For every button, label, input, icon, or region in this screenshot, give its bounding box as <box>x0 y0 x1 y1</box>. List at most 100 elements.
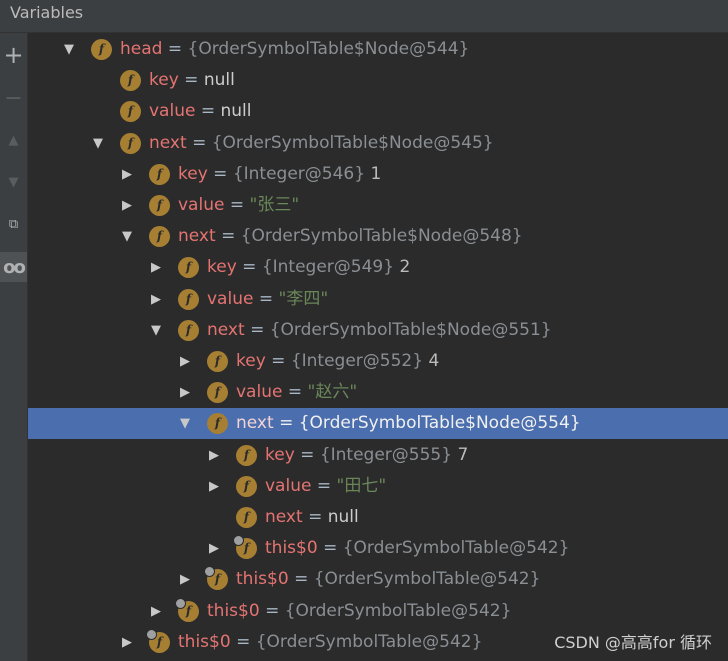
variable-label: next = null <box>265 502 359 533</box>
variable-value: "田七" <box>336 476 387 496</box>
variable-name: this$0 <box>178 632 231 652</box>
object-reference: {Integer@549} <box>261 257 395 277</box>
triangle-right-icon[interactable]: ▶ <box>149 596 163 627</box>
tree-row[interactable]: ▼ f next = {OrderSymbolTable$Node@554} <box>28 408 728 439</box>
add-watch-icon: + <box>3 41 24 69</box>
variable-value: "赵六" <box>307 382 358 402</box>
variable-value: null <box>203 70 235 90</box>
equals-sign: = <box>271 351 286 371</box>
triangle-right-icon[interactable]: ▶ <box>178 377 192 408</box>
equals-sign: = <box>300 445 315 465</box>
field-f-icon: f <box>120 70 141 91</box>
copy-icon: ⧉ <box>8 216 19 232</box>
triangle-down-icon[interactable]: ▼ <box>149 315 163 346</box>
tree-row[interactable]: ▶ f this$0 = {OrderSymbolTable@542} <box>28 596 728 627</box>
variable-value: 4 <box>428 351 440 371</box>
tree-row[interactable]: ▶ f key = {Integer@555} 7 <box>28 440 728 471</box>
object-reference: {OrderSymbolTable$Node@554} <box>298 413 581 433</box>
triangle-down-icon[interactable]: ▼ <box>120 221 134 252</box>
equals-sign: = <box>287 382 303 402</box>
triangle-right-icon[interactable]: ▶ <box>120 627 134 658</box>
equals-sign: = <box>294 569 309 589</box>
copy-button[interactable]: ⧉ <box>0 209 27 239</box>
variable-value: null <box>220 101 252 121</box>
variable-label: key = {Integer@555} 7 <box>265 440 468 471</box>
tree-row[interactable]: ▶ f value = "田七" <box>28 471 728 502</box>
triangle-right-icon[interactable]: ▶ <box>149 252 163 283</box>
variable-value: 2 <box>399 257 411 277</box>
variable-label: this$0 = {OrderSymbolTable@542} <box>265 533 569 564</box>
tree-row[interactable]: ▶ f this$0 = {OrderSymbolTable@542} <box>28 564 728 595</box>
equals-sign: = <box>316 476 332 496</box>
equals-sign: = <box>258 289 274 309</box>
variable-label: value = "李四" <box>207 284 328 315</box>
field-f-icon: f <box>178 320 199 341</box>
triangle-right-icon[interactable]: ▶ <box>149 284 163 315</box>
equals-sign: = <box>265 601 280 621</box>
triangle-right-icon[interactable]: ▶ <box>207 440 221 471</box>
triangle-right-icon[interactable]: ▶ <box>178 564 192 595</box>
equals-sign: = <box>213 164 228 184</box>
field-f-icon: f <box>91 39 112 60</box>
variable-name: next <box>149 133 187 153</box>
field-f-icon: f <box>207 413 228 434</box>
tree-row[interactable]: ▶ f key = {Integer@549} 2 <box>28 252 728 283</box>
variable-name: value <box>265 476 312 496</box>
triangle-right-icon[interactable]: ▶ <box>120 190 134 221</box>
object-reference: {OrderSymbolTable$Node@551} <box>269 320 552 340</box>
add-watch-button[interactable]: + <box>0 40 27 70</box>
equals-sign: = <box>221 226 236 246</box>
variable-name: key <box>236 351 266 371</box>
tree-row[interactable]: ▶ f value = "张三" <box>28 190 728 221</box>
variable-label: key = {Integer@552} 4 <box>236 346 439 377</box>
field-f-icon: f <box>178 289 199 310</box>
equals-sign: = <box>184 70 199 90</box>
tree-row[interactable]: ▶ f this$0 = {OrderSymbolTable@542} <box>28 533 728 564</box>
variable-name: value <box>149 101 196 121</box>
triangle-right-icon[interactable]: ▶ <box>178 346 192 377</box>
variable-name: next <box>236 413 274 433</box>
move-up-icon: ▲ <box>8 132 19 148</box>
triangle-down-icon[interactable]: ▼ <box>62 34 76 65</box>
variable-label: key = {Integer@549} 2 <box>207 252 410 283</box>
field-f-icon: f <box>149 226 170 247</box>
equals-sign: = <box>308 507 323 527</box>
tree-row[interactable]: ▶ f value = "李四" <box>28 284 728 315</box>
variables-tree[interactable]: ▼ f head = {OrderSymbolTable$Node@544} f key… <box>28 34 728 661</box>
remove-watch-button[interactable]: − <box>0 83 27 113</box>
tree-row[interactable]: f value = null <box>28 96 728 127</box>
tree-row[interactable]: f next = null <box>28 502 728 533</box>
object-reference: {OrderSymbolTable$Node@544} <box>187 39 470 59</box>
object-reference: {OrderSymbolTable$Node@545} <box>211 133 494 153</box>
show-watches-button[interactable]: oo <box>0 252 27 282</box>
tree-row[interactable]: ▼ f next = {OrderSymbolTable$Node@548} <box>28 221 728 252</box>
tree-row[interactable]: ▼ f next = {OrderSymbolTable$Node@551} <box>28 315 728 346</box>
variable-name: value <box>207 289 254 309</box>
object-reference: {Integer@555} <box>319 445 453 465</box>
variable-name: key <box>149 70 179 90</box>
tree-row[interactable]: f key = null <box>28 65 728 96</box>
tree-row[interactable]: ▼ f next = {OrderSymbolTable$Node@545} <box>28 128 728 159</box>
tree-row[interactable]: ▶ f value = "赵六" <box>28 377 728 408</box>
triangle-right-icon[interactable]: ▶ <box>207 533 221 564</box>
triangle-right-icon[interactable]: ▶ <box>207 471 221 502</box>
variable-value: 7 <box>457 445 469 465</box>
variable-value: "李四" <box>278 289 329 309</box>
variable-name: key <box>207 257 237 277</box>
tree-row[interactable]: ▼ f head = {OrderSymbolTable$Node@544} <box>28 34 728 65</box>
tree-row[interactable]: ▶ f key = {Integer@552} 4 <box>28 346 728 377</box>
triangle-down-icon[interactable]: ▼ <box>178 408 192 439</box>
move-down-button[interactable]: ▼ <box>0 167 27 197</box>
equals-sign: = <box>192 133 207 153</box>
tree-row[interactable]: ▶ f key = {Integer@546} 1 <box>28 159 728 190</box>
variable-name: value <box>236 382 283 402</box>
move-up-button[interactable]: ▲ <box>0 125 27 155</box>
field-f-icon: f <box>236 507 257 528</box>
variable-name: this$0 <box>236 569 289 589</box>
field-f-icon: f <box>236 476 257 497</box>
variable-label: value = "赵六" <box>236 377 357 408</box>
triangle-right-icon[interactable]: ▶ <box>120 159 134 190</box>
variable-label: next = {OrderSymbolTable$Node@551} <box>207 315 552 346</box>
watermark: CSDN @高高for 循环 <box>554 633 712 652</box>
triangle-down-icon[interactable]: ▼ <box>91 128 105 159</box>
